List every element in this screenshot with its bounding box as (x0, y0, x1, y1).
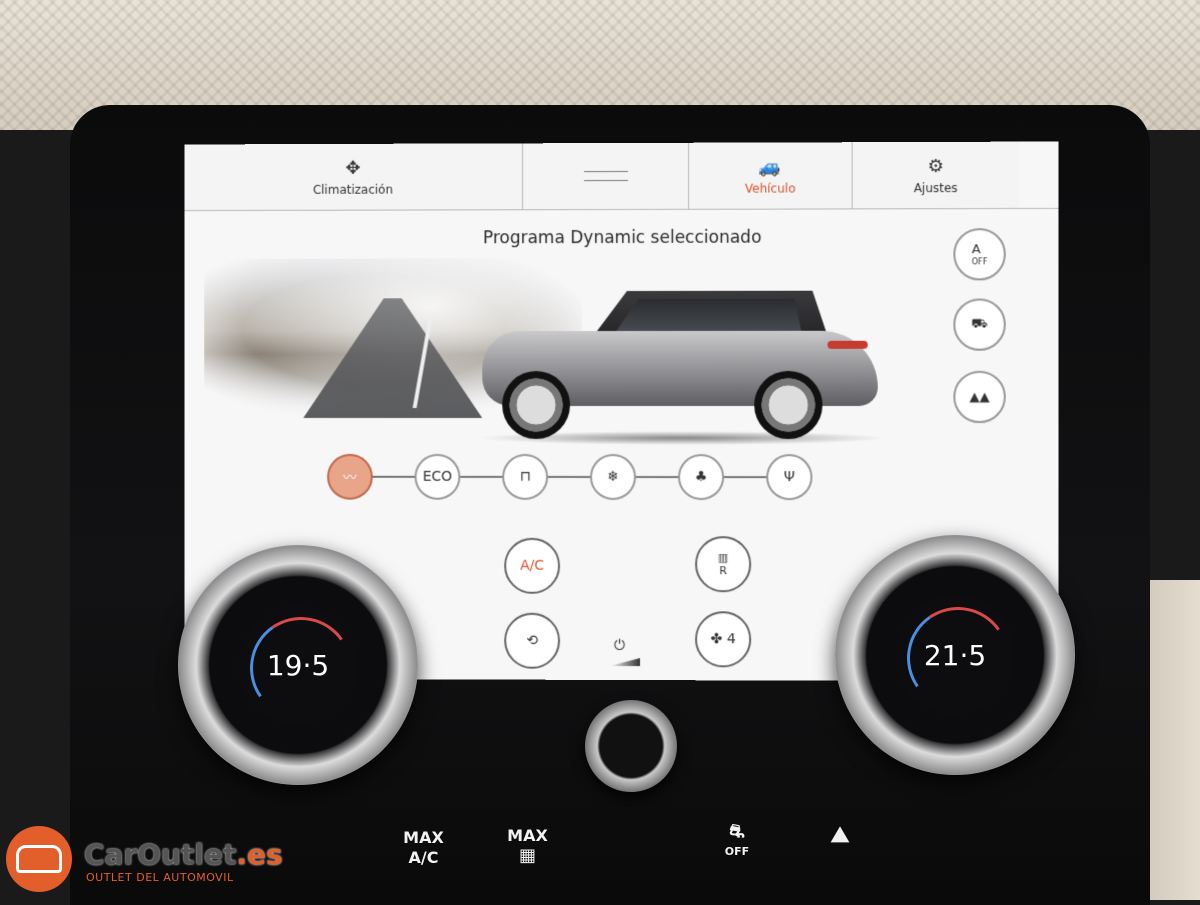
vehicle-image (472, 291, 893, 446)
mud-icon: ♣ (694, 469, 708, 486)
sand-icon: Ψ (783, 469, 795, 486)
max-defrost-button[interactable]: MAX ▦ (500, 826, 555, 866)
terrain-button[interactable]: ▲▲ (953, 370, 1006, 424)
fan-icon: ✤ (710, 631, 727, 648)
tab-vehiculo[interactable]: 🚙 Vehículo (689, 142, 853, 209)
traction-off-button[interactable]: ⛐ OFF (712, 822, 762, 862)
center-knob[interactable] (585, 700, 677, 792)
page-title: Programa Dynamic seleccionado (482, 227, 762, 249)
climate-icon: ✥ (345, 157, 361, 179)
auto-stop-icon: A OFF (971, 242, 988, 267)
driver-assist-button[interactable]: ⛟ (953, 298, 1006, 351)
rear-defrost-button[interactable]: ▥ R (695, 536, 752, 593)
snow-icon: ❄ (607, 468, 619, 485)
caroutlet-logo (6, 826, 72, 892)
max-ac-button[interactable]: MAX A/C (396, 828, 451, 868)
dynamic-road-icon: 〰 (342, 469, 357, 486)
mode-mud[interactable]: ♣ (678, 454, 725, 501)
recirculation-button[interactable]: ⟲ (504, 612, 561, 669)
power-icon[interactable]: ⏻ (614, 638, 625, 654)
comfort-icon: ⊓ (519, 468, 531, 485)
rear-defrost-label: R (719, 564, 727, 578)
tab-ajustes[interactable]: ⚙ Ajustes (852, 141, 1019, 209)
right-temperature: 21·5 (923, 639, 987, 672)
car-icon: 🚙 (759, 155, 782, 178)
fan-speed-button[interactable]: ✤ 4 (695, 611, 752, 668)
mode-sand[interactable]: Ψ (766, 454, 813, 501)
tab-handle[interactable] (523, 142, 690, 210)
tab-bar: ✥ Climatización 🚙 Vehículo ⚙ Ajustes (184, 141, 1059, 212)
defrost-icon: ▥ (717, 551, 729, 565)
fan-level-indicator (610, 658, 640, 666)
ac-button[interactable]: A/C (504, 537, 561, 594)
watermark-tagline: OUTLET DEL AUTOMOVIL (86, 871, 234, 884)
right-temp-dial[interactable]: 21·5 (835, 535, 1075, 775)
mode-snow[interactable]: ❄ (590, 453, 637, 501)
rear-wheel (754, 370, 823, 440)
tab-label: Ajustes (913, 180, 958, 195)
mode-eco[interactable]: ECO (414, 453, 461, 500)
recirculation-icon: ⟲ (526, 632, 538, 649)
tab-climatizacion[interactable]: ✥ Climatización (184, 143, 524, 211)
left-temperature: 19·5 (266, 649, 330, 682)
mountain-icon: ▲▲ (969, 389, 990, 405)
watermark-name: CarOutlet.es (84, 838, 283, 871)
defrost-icon: ▦ (518, 845, 536, 866)
fan-speed-value: 4 (726, 631, 736, 648)
left-temp-dial[interactable]: 19·5 (178, 545, 418, 785)
driver-assist-icon: ⛟ (971, 316, 988, 332)
auto-stop-off-button[interactable]: A OFF (953, 228, 1006, 281)
tab-label: Climatización (312, 182, 394, 197)
tab-label: Vehículo (744, 180, 796, 196)
gear-icon: ⚙ (927, 155, 944, 177)
mode-dynamic[interactable]: 〰 (327, 453, 373, 500)
ac-label: A/C (520, 557, 545, 574)
hill-descent-icon: ⛰ (830, 823, 850, 848)
traction-icon: ⛐ (729, 821, 745, 842)
drag-handle-icon (583, 170, 628, 182)
car-logo-icon (16, 845, 62, 873)
front-wheel (502, 371, 571, 439)
hill-descent-button[interactable]: ⛰ (818, 823, 862, 848)
mode-comfort[interactable]: ⊓ (502, 453, 549, 500)
eco-label: ECO (422, 468, 453, 485)
